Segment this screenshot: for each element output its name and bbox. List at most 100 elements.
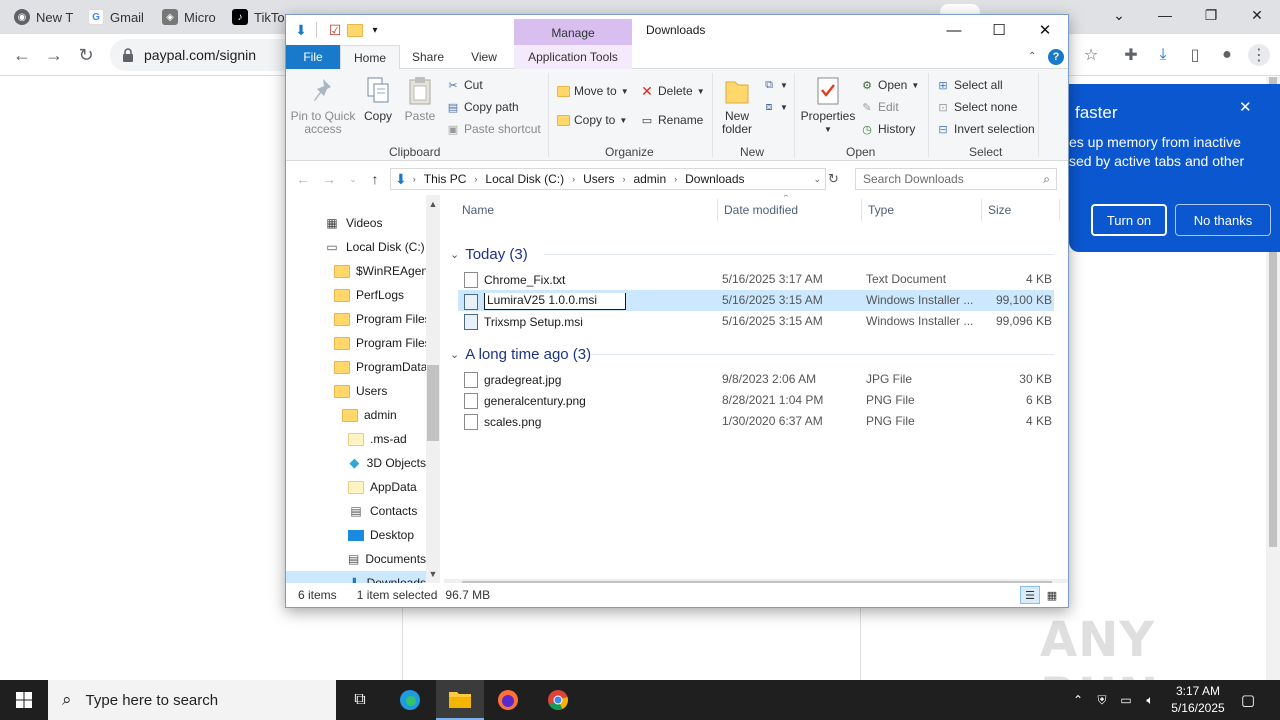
nav-scrollbar[interactable]: ▲ ▼	[426, 195, 440, 583]
address-dropdown-icon[interactable]: ⌄	[813, 174, 821, 185]
group-header[interactable]: ⌄ Today (3)	[450, 243, 528, 265]
file-row[interactable]: Trixsmp Setup.msi 5/16/2025 3:15 AM Window…	[458, 311, 1054, 332]
column-header-name[interactable]: Name	[456, 199, 718, 221]
nav-item[interactable]: Desktop	[286, 523, 426, 547]
taskbar-search-input[interactable]: ⌕ Type here to search	[48, 680, 336, 720]
tab-share[interactable]: Share	[404, 45, 452, 69]
new-item-button[interactable]: ⧉ ▼	[762, 75, 788, 95]
notifications-icon[interactable]: ▢	[1240, 692, 1256, 709]
forward-icon[interactable]: →	[320, 171, 338, 187]
file-row[interactable]: scales.png 1/30/2020 6:37 AM PNG File 4 KB	[458, 411, 1054, 432]
minimize-button[interactable]: —	[931, 15, 977, 45]
back-icon[interactable]: ←	[294, 171, 312, 187]
paste-shortcut-button[interactable]: ▣ Paste shortcut	[446, 119, 541, 139]
delete-button[interactable]: ✕ Delete ▼	[640, 81, 704, 101]
nav-item[interactable]: Users	[286, 379, 426, 403]
column-header-type[interactable]: Type	[862, 199, 982, 221]
nav-item[interactable]: Program Files (x86)	[286, 331, 426, 355]
rename-button[interactable]: ▭ Rename	[640, 110, 704, 130]
tab-view[interactable]: View	[460, 45, 508, 69]
nav-item[interactable]: ▤ Contacts	[286, 499, 426, 523]
tab-home[interactable]: Home	[340, 45, 400, 70]
chrome-minimize-button[interactable]: —	[1142, 0, 1188, 30]
nav-item[interactable]: ◆ 3D Objects	[286, 451, 426, 475]
large-icons-view-icon[interactable]: ▦	[1042, 586, 1062, 604]
no-thanks-button[interactable]: No thanks	[1175, 204, 1271, 236]
breadcrumb-item[interactable]: Local Disk (C:) ›	[485, 172, 575, 186]
details-view-icon[interactable]: ☰	[1020, 586, 1040, 604]
breadcrumb-item[interactable]: Users ›	[583, 172, 625, 186]
close-button[interactable]: ✕	[1022, 15, 1068, 45]
open-button[interactable]: ⚙ Open ▼	[860, 75, 919, 95]
easy-access-button[interactable]: ⧈ ▼	[762, 97, 788, 117]
task-view-icon[interactable]: ⧉	[336, 680, 384, 720]
breadcrumb-item[interactable]: admin ›	[633, 172, 677, 186]
security-icon[interactable]: ⛨	[1094, 692, 1110, 708]
new-folder-quick-icon[interactable]	[346, 21, 364, 39]
turn-on-button[interactable]: Turn on	[1091, 204, 1167, 236]
browser-tab[interactable]: ◉ New T	[14, 4, 74, 30]
nav-item[interactable]: admin	[286, 403, 426, 427]
properties-button[interactable]: Properties ▼	[798, 75, 858, 136]
properties-quick-icon[interactable]: ☑	[326, 21, 344, 39]
customize-quick-access-icon[interactable]: ▾	[366, 21, 384, 39]
maximize-button[interactable]: ☐	[976, 15, 1022, 45]
tab-application-tools[interactable]: Application Tools	[514, 45, 632, 69]
pin-to-quick-access-button[interactable]: Pin to Quick access	[290, 75, 356, 136]
explorer-address-bar[interactable]: ⬇ › This PC › Local Disk (C:) › Users › adm…	[390, 168, 826, 190]
browser-tab[interactable]: G Gmail	[88, 4, 158, 30]
nav-item[interactable]: ProgramData	[286, 355, 426, 379]
select-none-button[interactable]: ⊡ Select none	[936, 97, 1017, 117]
copy-button[interactable]: Copy	[360, 75, 396, 123]
volume-icon[interactable]: 🔈︎	[1142, 692, 1158, 708]
tab-file[interactable]: File	[286, 45, 340, 69]
move-to-button[interactable]: Move to ▼	[556, 81, 629, 101]
chrome-close-button[interactable]: ✕	[1234, 0, 1280, 30]
column-header-date[interactable]: Date modified	[718, 199, 862, 221]
copy-to-button[interactable]: Copy to ▼	[556, 110, 627, 130]
download-icon[interactable]: ⤓	[1152, 44, 1174, 66]
reload-icon[interactable]: ↻	[74, 43, 98, 67]
file-row[interactable]: gradegreat.jpg 9/8/2023 2:06 AM JPG File 30…	[458, 369, 1054, 390]
scroll-down-icon[interactable]: ▼	[426, 567, 440, 581]
firefox-icon[interactable]	[484, 680, 532, 720]
extensions-icon[interactable]: ✚	[1120, 44, 1142, 66]
cut-button[interactable]: ✂ Cut	[446, 75, 482, 95]
paste-button[interactable]: Paste	[402, 75, 438, 123]
nav-item[interactable]: ⬇ Downloads	[286, 571, 426, 583]
nav-item[interactable]: $WinREAgent	[286, 259, 426, 283]
profile-icon[interactable]: ●	[1216, 44, 1238, 66]
nav-item[interactable]: .ms-ad	[286, 427, 426, 451]
bookmark-star-icon[interactable]: ☆	[1080, 44, 1102, 66]
refresh-icon[interactable]: ↻	[828, 171, 839, 187]
nav-item[interactable]: ▦ Videos	[286, 211, 426, 235]
recent-locations-icon[interactable]: ⌄	[344, 171, 362, 187]
edit-button[interactable]: ✎ Edit	[860, 97, 898, 117]
side-panel-icon[interactable]: ▯	[1184, 44, 1206, 66]
forward-icon[interactable]: →	[42, 43, 66, 67]
nav-item[interactable]: ▤ Documents	[286, 547, 426, 571]
close-icon[interactable]: ✕	[1239, 98, 1252, 116]
system-clock[interactable]: 3:17 AM 5/16/2025	[1160, 683, 1236, 717]
chrome-tab-search-icon[interactable]: ⌄	[1096, 0, 1142, 30]
browser-tab[interactable]: ◈ Micro	[162, 4, 224, 30]
rename-input[interactable]: LumiraV25 1.0.0.msi	[484, 293, 626, 310]
column-header-size[interactable]: Size	[982, 199, 1060, 221]
edge-icon[interactable]	[386, 680, 434, 720]
group-header[interactable]: ⌄ A long time ago (3)	[450, 343, 591, 365]
file-row[interactable]: LumiraV25 1.0.0.msi 5/16/2025 3:15 AM Wind…	[458, 290, 1054, 311]
nav-item[interactable]: ▭ Local Disk (C:)	[286, 235, 426, 259]
up-icon[interactable]: ↑	[366, 171, 384, 187]
browser-tab[interactable]: ♪ TikTo	[232, 4, 286, 30]
network-icon[interactable]: ▭	[1118, 692, 1134, 708]
scroll-up-icon[interactable]: ▲	[426, 197, 440, 211]
nav-item[interactable]: Program Files	[286, 307, 426, 331]
invert-selection-button[interactable]: ⊟ Invert selection	[936, 119, 1034, 139]
copy-path-button[interactable]: ▤ Copy path	[446, 97, 519, 117]
file-explorer-icon[interactable]	[436, 680, 484, 720]
chrome-maximize-button[interactable]: ❐	[1188, 0, 1234, 30]
nav-item[interactable]: AppData	[286, 475, 426, 499]
chevron-up-icon[interactable]: ⌃	[1070, 692, 1086, 708]
search-downloads-input[interactable]: Search Downloads ⌕	[855, 168, 1057, 190]
back-icon[interactable]: ←	[10, 43, 34, 67]
